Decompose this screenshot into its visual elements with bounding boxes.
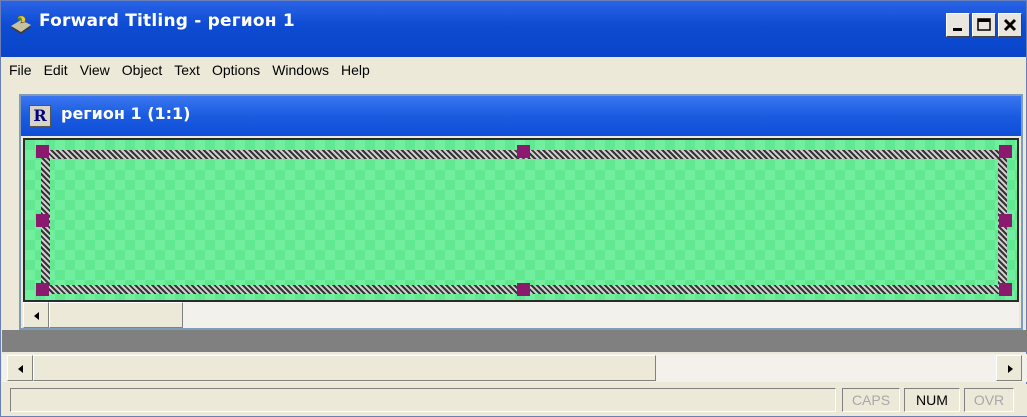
status-bar: CAPS NUM OVR (2, 384, 1027, 416)
canvas-frame (23, 138, 1019, 302)
resize-handle-top-left[interactable] (36, 145, 49, 158)
window-controls (946, 13, 1022, 41)
app-window: Forward Titling - регион 1 File Edit Vie… (0, 0, 1027, 417)
arrow-right-icon (1008, 365, 1013, 373)
num-lock-indicator: NUM (904, 388, 960, 412)
document-window: R регион 1 (1:1) (19, 94, 1023, 330)
menu-file[interactable]: File (5, 62, 40, 78)
close-icon (1003, 18, 1017, 32)
workspace-horizontal-scrollbar[interactable] (2, 354, 1027, 382)
overwrite-indicator: OVR (964, 388, 1014, 412)
menu-view[interactable]: View (76, 62, 118, 78)
menu-edit[interactable]: Edit (40, 62, 76, 78)
resize-handle-middle-left[interactable] (36, 214, 49, 227)
workspace-scroll-left-button[interactable] (7, 355, 33, 381)
document-scroll-thumb[interactable] (49, 302, 183, 328)
document-title: регион 1 (1:1) (61, 104, 191, 123)
menu-windows[interactable]: Windows (268, 62, 337, 78)
workspace-scroll-right-button[interactable] (996, 355, 1022, 381)
workspace-background (2, 330, 1027, 352)
region-doc-icon: R (29, 105, 51, 127)
arrow-left-icon (18, 365, 23, 373)
menu-object[interactable]: Object (118, 62, 170, 78)
close-button[interactable] (998, 13, 1022, 37)
menu-bar: File Edit View Object Text Options Windo… (1, 57, 1026, 83)
maximize-button[interactable] (972, 13, 996, 37)
resize-handle-middle-right[interactable] (999, 214, 1012, 227)
region-frame[interactable] (41, 150, 1007, 294)
menu-help[interactable]: Help (337, 62, 378, 78)
maximize-icon (977, 18, 991, 31)
resize-handle-bottom-right[interactable] (999, 283, 1012, 296)
title-canvas[interactable] (25, 140, 1017, 300)
document-scroll-left-button[interactable] (23, 302, 49, 328)
status-message (10, 388, 836, 412)
resize-handle-bottom-center[interactable] (517, 283, 530, 296)
minimize-button[interactable] (946, 13, 970, 37)
arrow-left-icon (34, 312, 39, 320)
menu-text[interactable]: Text (170, 62, 208, 78)
workspace-scroll-thumb[interactable] (33, 355, 656, 381)
resize-handle-top-center[interactable] (517, 145, 530, 158)
caps-lock-indicator: CAPS (842, 388, 900, 412)
resize-handle-top-right[interactable] (999, 145, 1012, 158)
minimize-icon (953, 28, 962, 31)
resize-handle-bottom-left[interactable] (36, 283, 49, 296)
menu-options[interactable]: Options (208, 62, 268, 78)
document-title-bar[interactable]: R регион 1 (1:1) (21, 96, 1021, 136)
window-title: Forward Titling - регион 1 (39, 11, 295, 31)
document-horizontal-scrollbar[interactable] (23, 302, 1019, 328)
app-logo-icon (9, 13, 33, 37)
title-bar[interactable]: Forward Titling - регион 1 (1, 1, 1026, 57)
